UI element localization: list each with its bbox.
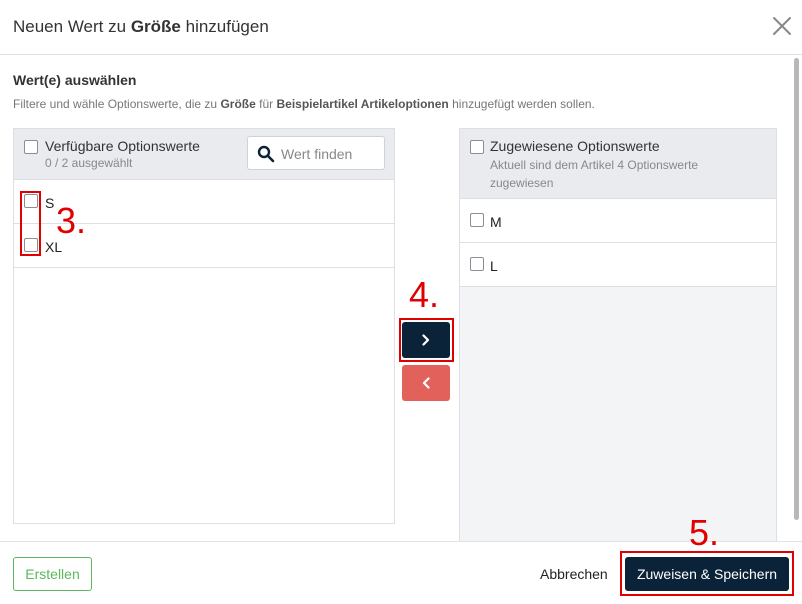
list-item[interactable]: L bbox=[460, 243, 776, 287]
close-icon[interactable] bbox=[770, 14, 794, 38]
desc-text-3: hinzugefügt werden sollen. bbox=[452, 97, 595, 111]
assigned-count-text: Aktuell sind dem Artikel 4 Optionswerte … bbox=[490, 158, 699, 190]
scrollbar[interactable] bbox=[794, 58, 799, 520]
title-prefix: Neuen Wert zu bbox=[13, 17, 127, 36]
search-input[interactable]: Wert finden bbox=[247, 136, 385, 170]
create-button[interactable]: Erstellen bbox=[13, 557, 92, 591]
available-selected-count: 0 / 2 ausgewählt bbox=[45, 156, 133, 170]
annotation-step-3: 3. bbox=[56, 200, 87, 241]
item-label: L bbox=[490, 258, 498, 274]
move-to-assigned-button[interactable] bbox=[402, 322, 450, 358]
item-label: S bbox=[45, 195, 55, 211]
select-all-assigned-checkbox[interactable] bbox=[470, 140, 484, 154]
select-all-available-checkbox[interactable] bbox=[24, 140, 38, 154]
assigned-panel-header: Zugewiesene Optionswerte Aktuell sind de… bbox=[460, 129, 776, 199]
desc-article-name: Beispielartikel Artikeloptionen bbox=[276, 97, 449, 111]
annotation-step-5: 5. bbox=[689, 512, 720, 553]
dialog-title: Neuen Wert zu Größe hinzufügen bbox=[13, 17, 269, 37]
chevron-left-icon bbox=[422, 377, 430, 389]
list-item[interactable]: M bbox=[460, 199, 776, 243]
section-description: Filtere und wähle Optionswerte, die zu G… bbox=[13, 97, 595, 111]
available-values-panel: Verfügbare Optionswerte 0 / 2 ausgewählt… bbox=[13, 128, 395, 524]
assigned-values-panel: Zugewiesene Optionswerte Aktuell sind de… bbox=[459, 128, 777, 546]
section-title: Wert(e) auswählen bbox=[13, 72, 137, 88]
item-checkbox[interactable] bbox=[470, 213, 484, 227]
chevron-right-icon bbox=[422, 334, 430, 346]
item-label: M bbox=[490, 214, 502, 230]
desc-text-1: Filtere und wähle Optionswerte, die zu bbox=[13, 97, 218, 111]
move-to-available-button[interactable] bbox=[402, 365, 450, 401]
available-panel-title: Verfügbare Optionswerte bbox=[45, 138, 200, 154]
annotation-highlight-checkboxes bbox=[20, 191, 41, 256]
cancel-button[interactable]: Abbrechen bbox=[540, 566, 608, 582]
dialog-header: Neuen Wert zu Größe hinzufügen bbox=[0, 0, 802, 55]
desc-text-2: für bbox=[259, 97, 274, 111]
assigned-panel-title: Zugewiesene Optionswerte bbox=[490, 138, 660, 154]
title-suffix: hinzufügen bbox=[185, 17, 269, 36]
item-checkbox[interactable] bbox=[470, 257, 484, 271]
search-icon bbox=[257, 145, 275, 163]
search-placeholder: Wert finden bbox=[281, 146, 353, 162]
annotation-step-4: 4. bbox=[409, 274, 440, 315]
desc-option-name: Größe bbox=[220, 97, 256, 111]
title-option-name: Größe bbox=[130, 17, 181, 36]
assign-and-save-button[interactable]: Zuweisen & Speichern bbox=[625, 557, 789, 591]
available-panel-header: Verfügbare Optionswerte 0 / 2 ausgewählt… bbox=[14, 129, 394, 180]
